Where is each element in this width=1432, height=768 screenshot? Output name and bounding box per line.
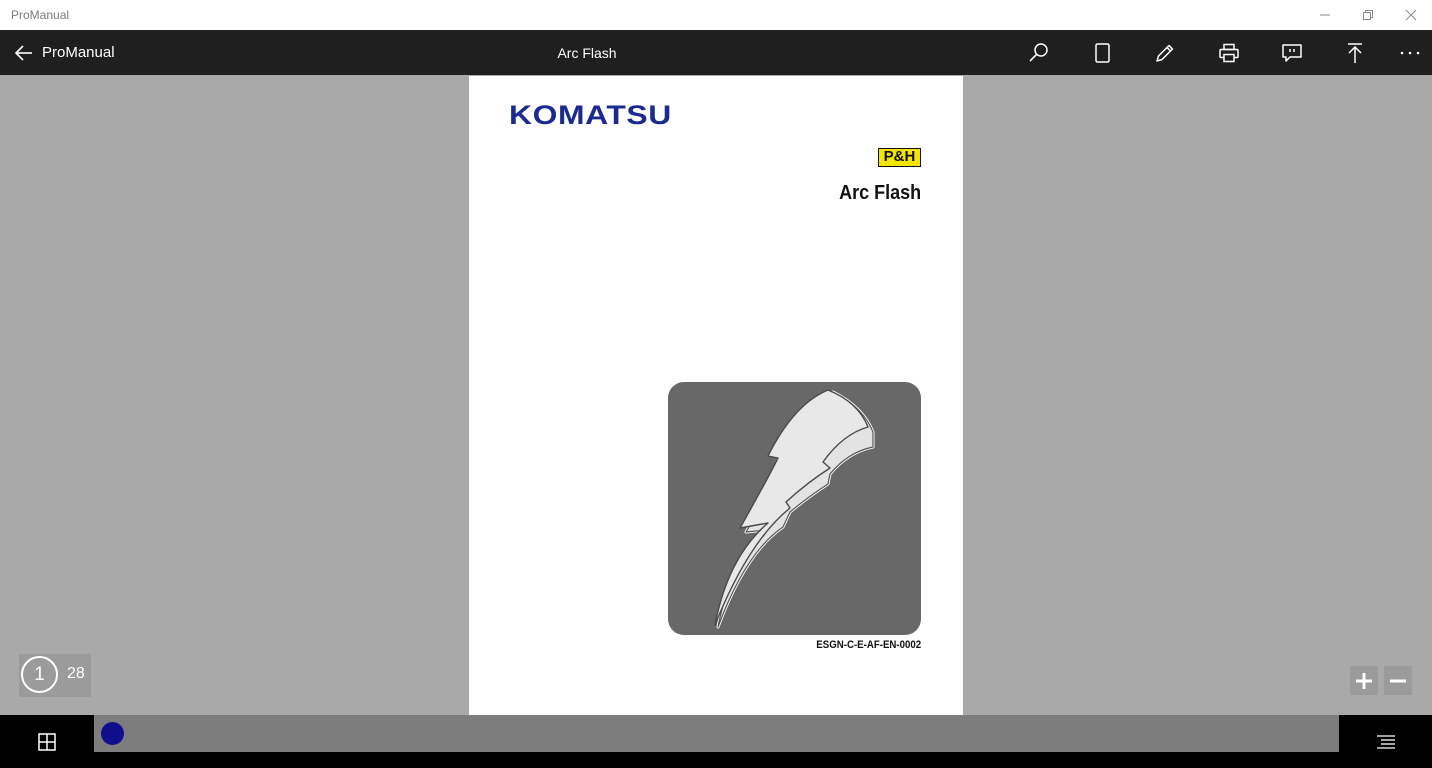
bottom-bar [0,715,1432,768]
page-view-icon [1095,42,1110,63]
annotate-button[interactable] [1141,30,1189,75]
go-to-top-button[interactable] [1331,30,1379,75]
zoom-in-button[interactable] [1350,666,1378,695]
current-page-number[interactable]: 1 [21,656,58,693]
search-icon [1029,42,1048,62]
minus-icon [1390,679,1406,682]
total-pages: 28 [67,665,85,682]
minimize-button[interactable] [1302,0,1348,30]
comment-icon [1282,43,1302,62]
table-of-contents-button[interactable] [1339,715,1432,768]
grid-icon [38,732,56,751]
back-label: ProManual [42,44,115,61]
lightning-bolt-icon [714,389,875,629]
komatsu-logo: KOMATSU [509,100,672,130]
page-view-button[interactable] [1078,30,1126,75]
page-heading: Arc Flash [838,182,921,204]
minimize-icon [1320,14,1330,16]
scrubber-handle[interactable] [101,722,124,745]
window-title: ProManual [11,8,70,22]
ph-logo: P&H [878,148,921,167]
page-counter[interactable]: 1 28 [19,654,91,697]
pen-icon [1156,44,1174,62]
close-button[interactable] [1388,0,1432,30]
thumbnail-grid-button[interactable] [0,715,94,768]
print-button[interactable] [1205,30,1253,75]
more-icon [1400,51,1420,54]
more-button[interactable] [1386,30,1432,75]
go-to-top-icon [1348,42,1362,63]
page-scrubber[interactable] [94,715,1339,752]
zoom-out-button[interactable] [1384,666,1412,695]
restore-icon [1363,10,1373,20]
close-icon [1405,9,1417,21]
document-page: KOMATSU P&H Arc Flash ESGN-C-E-AF-EN-000… [469,76,963,715]
arc-flash-graphic [668,382,921,635]
restore-button[interactable] [1345,0,1391,30]
search-button[interactable] [1015,30,1063,75]
back-arrow-icon [14,44,32,61]
list-icon [1376,734,1395,749]
document-viewer[interactable]: KOMATSU P&H Arc Flash ESGN-C-E-AF-EN-000… [0,75,1432,715]
document-code: ESGN-C-E-AF-EN-0002 [816,639,921,651]
window-title-bar: ProManual [0,0,1432,30]
back-button[interactable]: ProManual [14,30,115,75]
comments-button[interactable] [1268,30,1316,75]
document-title: Arc Flash [557,45,617,61]
app-bar: ProManual Arc Flash [0,30,1432,75]
print-icon [1219,43,1239,62]
plus-icon [1356,672,1372,689]
